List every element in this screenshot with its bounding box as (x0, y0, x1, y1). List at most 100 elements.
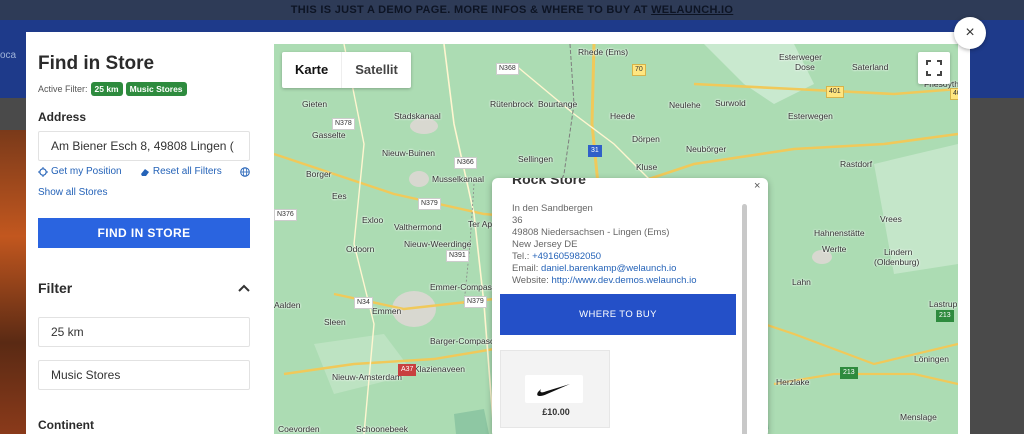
map-road-label: 401 (826, 86, 844, 98)
map-place-label: Neulehe (669, 100, 701, 110)
fullscreen-button[interactable] (918, 52, 950, 84)
map-place-label: Rastdorf (840, 159, 873, 169)
map-place-label: (Oldenburg) (874, 257, 920, 267)
map-place-label: Lastrup (929, 299, 958, 309)
store-phone: Tel.: +491605982050 (512, 251, 601, 262)
demo-notice-text: THIS IS JUST A DEMO PAGE. MORE INFOS & W… (290, 4, 652, 16)
map-place-label: Rütenbrock (490, 99, 534, 109)
store-website: Website: http://www.dev.demos.welaunch.i… (512, 275, 696, 286)
background-image (0, 130, 26, 434)
map-type-satellit-button[interactable]: Satellit (341, 52, 411, 88)
map-place-label: Gieten (302, 99, 328, 109)
map-place-label: Klazienaveen (414, 364, 466, 374)
modal-close-button[interactable]: × (954, 17, 986, 49)
welaunch-link[interactable]: WELAUNCH.IO (651, 4, 733, 16)
map-place-label: Gasselte (312, 130, 346, 140)
info-close-button[interactable]: × (754, 180, 760, 192)
demo-notice-bar: THIS IS JUST A DEMO PAGE. MORE INFOS & W… (0, 0, 1024, 20)
map-place-label: Nieuw-Amsterdam (332, 372, 402, 382)
map-place-label: Borger (306, 169, 332, 179)
phone-link[interactable]: +491605982050 (532, 251, 601, 262)
where-to-buy-button[interactable]: WHERE TO BUY (500, 294, 736, 335)
website-link[interactable]: http://www.dev.demos.welaunch.io (551, 275, 696, 286)
active-filters: Active Filter: 25 km Music Stores (38, 82, 187, 96)
language-globe[interactable] (240, 166, 250, 177)
map-place-label: Stadskanaal (394, 111, 441, 121)
map-road-label: 401 (950, 88, 958, 100)
map-place-label: Vrees (880, 214, 902, 224)
map-place-label: Hahnenstätte (814, 228, 865, 238)
map-road-label: A37 (398, 364, 417, 376)
map-view[interactable]: Rhede (Ems)EsterwegerDoseSaterlandFrieso… (274, 44, 958, 434)
map-place-label: Esterweger (779, 52, 822, 62)
map-road-label: 213 (936, 310, 954, 322)
map-place-label: Neubörger (686, 144, 727, 154)
continent-label: Continent (38, 418, 94, 432)
map-type-karte-button[interactable]: Karte (282, 52, 341, 88)
map-place-label: Schoonebeek (356, 424, 408, 434)
map-place-label: Esterwegen (788, 111, 833, 121)
filter-badge-category[interactable]: Music Stores (125, 82, 187, 96)
product-logo (525, 375, 583, 403)
map-place-label: Rhede (Ems) (578, 47, 629, 57)
map-road-label: N378 (332, 118, 355, 130)
store-city: 49808 Niedersachsen - Lingen (Ems) (512, 227, 670, 238)
map-place-label: Werlte (822, 244, 847, 254)
map-road-label: N391 (446, 250, 469, 262)
map-road-label: 213 (840, 367, 858, 379)
chevron-up-icon[interactable] (238, 283, 250, 293)
show-all-stores-link[interactable]: Show all Stores (38, 187, 107, 198)
map-place-label: Aalden (274, 300, 301, 310)
map-place-label: Exloo (362, 215, 384, 225)
crosshair-icon (38, 166, 48, 177)
filter-section-header[interactable]: Filter (38, 280, 250, 296)
page-title: Find in Store (38, 53, 155, 74)
map-place-label: Lahn (792, 277, 811, 287)
map-place-label: Sleen (324, 317, 346, 327)
store-street: In den Sandbergen (512, 203, 593, 214)
fullscreen-icon (926, 60, 942, 76)
map-place-label: Surwold (715, 98, 746, 108)
info-scrollbar[interactable] (742, 204, 747, 434)
filter-label: Filter (38, 280, 73, 296)
email-link[interactable]: daniel.barenkamp@welaunch.io (541, 263, 676, 274)
store-state: New Jersey DE (512, 239, 578, 250)
email-label: Email: (512, 263, 542, 274)
eraser-icon (140, 168, 149, 176)
address-label: Address (38, 110, 87, 124)
globe-icon (240, 166, 250, 177)
reset-filters-link[interactable]: Reset all Filters (140, 166, 222, 177)
map-road-label: N379 (464, 296, 487, 308)
get-position-link[interactable]: Get my Position (38, 166, 122, 177)
address-input[interactable]: Am Biener Esch 8, 49808 Lingen ( (38, 131, 250, 161)
map-place-label: Heede (610, 111, 636, 121)
map-place-label: Emmen (372, 306, 402, 316)
map-type-control: Karte Satellit (282, 52, 411, 88)
find-in-store-button[interactable]: FIND IN STORE (38, 218, 250, 248)
get-position-label: Get my Position (51, 166, 122, 177)
map-place-label: Musselkanaal (432, 174, 484, 184)
map-road-label: N376 (274, 209, 297, 221)
map-place-label: Bourtange (538, 99, 578, 109)
product-price: £10.00 (542, 407, 570, 417)
swoosh-icon (537, 384, 570, 397)
map-road-label: N368 (496, 63, 519, 75)
store-name: Rock Store (512, 178, 586, 187)
website-label: Website: (512, 275, 552, 286)
map-road-label: 70 (632, 64, 646, 76)
map-place-label: Lindern (884, 247, 913, 257)
category-select[interactable]: Music Stores (38, 360, 250, 390)
active-filter-label: Active Filter: (38, 84, 88, 94)
map-road-label: N379 (418, 198, 441, 210)
filter-badge-distance[interactable]: 25 km (90, 82, 123, 96)
distance-select[interactable]: 25 km (38, 317, 250, 347)
map-place-label: Löningen (914, 354, 949, 364)
store-info-window: Rock Store × In den Sandbergen 36 49808 … (492, 178, 768, 434)
map-place-label: Saterland (852, 62, 889, 72)
map-place-label: Dörpen (632, 134, 660, 144)
map-place-label: Kluse (636, 162, 658, 172)
map-place-label: Odoorn (346, 244, 375, 254)
map-place-label: Ees (332, 191, 347, 201)
product-card[interactable]: £10.00 (500, 350, 610, 428)
store-number: 36 (512, 215, 523, 226)
